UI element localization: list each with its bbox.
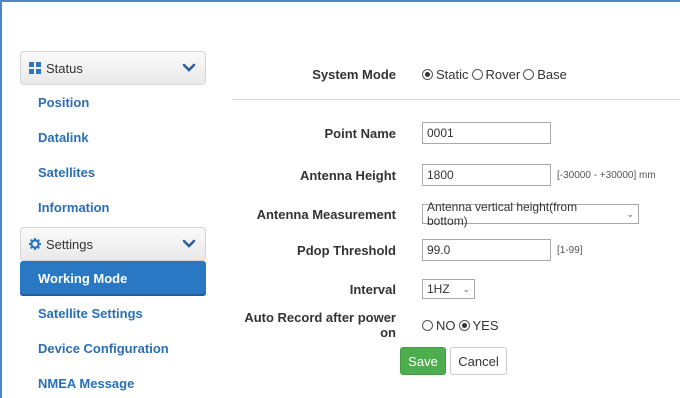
- point-name-label: Point Name: [324, 125, 396, 141]
- point-name-row: Point Name 0001: [232, 122, 680, 144]
- sidebar-item-device-configuration[interactable]: Device Configuration: [20, 331, 206, 366]
- antenna-height-input[interactable]: 1800: [422, 164, 551, 186]
- form-buttons: Save Cancel: [232, 347, 680, 375]
- antenna-measurement-select[interactable]: Antenna vertical height(from bottom) ⌄: [422, 200, 639, 228]
- radio-no-button[interactable]: [422, 319, 433, 331]
- sidebar-item-position[interactable]: Position: [20, 85, 206, 120]
- chevron-down-icon: [182, 239, 196, 248]
- antenna-measurement-label: Antenna Measurement: [256, 206, 396, 222]
- system-mode-radios: Static Rover Base: [422, 67, 570, 82]
- antenna-height-hint: [-30000 - +30000] mm: [557, 169, 656, 181]
- auto-record-radios: NO YES: [422, 318, 502, 333]
- settings-group-header[interactable]: Settings: [20, 227, 206, 261]
- system-mode-row: System Mode Static Rover Base: [232, 63, 680, 85]
- radio-no-label: NO: [436, 317, 456, 333]
- radio-rover[interactable]: Rover: [471, 66, 521, 82]
- sidebar-item-satellite-settings[interactable]: Satellite Settings: [20, 296, 206, 331]
- auto-record-label: Auto Record after power on: [244, 310, 396, 340]
- chevron-down-icon: ⌄: [626, 208, 634, 219]
- antenna-height-row: Antenna Height 1800 [-30000 - +30000] mm: [232, 164, 680, 186]
- interval-label: Interval: [349, 281, 396, 297]
- cancel-button[interactable]: Cancel: [450, 347, 507, 375]
- radio-static[interactable]: Static: [422, 67, 469, 82]
- radio-rover-label: Rover: [485, 66, 521, 82]
- radio-yes[interactable]: YES: [458, 317, 499, 333]
- radio-base-label: Base: [537, 66, 567, 82]
- interval-value: 1HZ: [427, 282, 450, 296]
- radio-base[interactable]: Base: [523, 67, 567, 82]
- interval-row: Interval 1HZ ⌄: [232, 278, 680, 300]
- section-divider: [232, 99, 680, 100]
- sidebar-item-datalink[interactable]: Datalink: [20, 120, 206, 155]
- pdop-threshold-row: Pdop Threshold 99.0 [1-99]: [232, 239, 680, 261]
- chevron-down-icon: ⌄: [462, 283, 470, 294]
- point-name-input[interactable]: 0001: [422, 122, 551, 144]
- antenna-measurement-value: Antenna vertical height(from bottom): [427, 200, 578, 228]
- settings-group-label: Settings: [46, 236, 93, 252]
- auto-record-row: Auto Record after power on NO YES: [232, 310, 680, 340]
- pdop-threshold-hint: [1-99]: [557, 244, 583, 256]
- sidebar-item-information[interactable]: Information: [20, 190, 206, 225]
- gear-icon: [29, 238, 41, 250]
- sidebar-item-nmea-message[interactable]: NMEA Message: [20, 366, 206, 398]
- sidebar-item-working-mode[interactable]: Working Mode: [20, 261, 206, 296]
- system-mode-label: System Mode: [312, 66, 396, 82]
- antenna-measurement-row: Antenna Measurement Antenna vertical hei…: [232, 200, 680, 228]
- radio-base-button[interactable]: [523, 68, 535, 80]
- status-group-header[interactable]: Status: [20, 51, 206, 85]
- pdop-threshold-input[interactable]: 99.0: [422, 239, 551, 261]
- radio-static-label: Static: [436, 66, 469, 82]
- radio-static-button[interactable]: [422, 68, 433, 80]
- status-group-label: Status: [46, 60, 83, 76]
- sidebar: Status Position Datalink Satellites Info…: [20, 51, 206, 398]
- antenna-height-label: Antenna Height: [299, 167, 396, 183]
- save-button[interactable]: Save: [400, 347, 446, 375]
- sidebar-item-satellites[interactable]: Satellites: [20, 155, 206, 190]
- radio-rover-button[interactable]: [471, 68, 483, 80]
- radio-yes-label: YES: [472, 317, 499, 333]
- pdop-threshold-label: Pdop Threshold: [297, 242, 396, 258]
- radio-yes-button[interactable]: [458, 319, 470, 331]
- chevron-down-icon: [182, 63, 196, 72]
- interval-select[interactable]: 1HZ ⌄: [422, 279, 475, 299]
- radio-no[interactable]: NO: [422, 318, 456, 333]
- grid-icon: [29, 62, 41, 74]
